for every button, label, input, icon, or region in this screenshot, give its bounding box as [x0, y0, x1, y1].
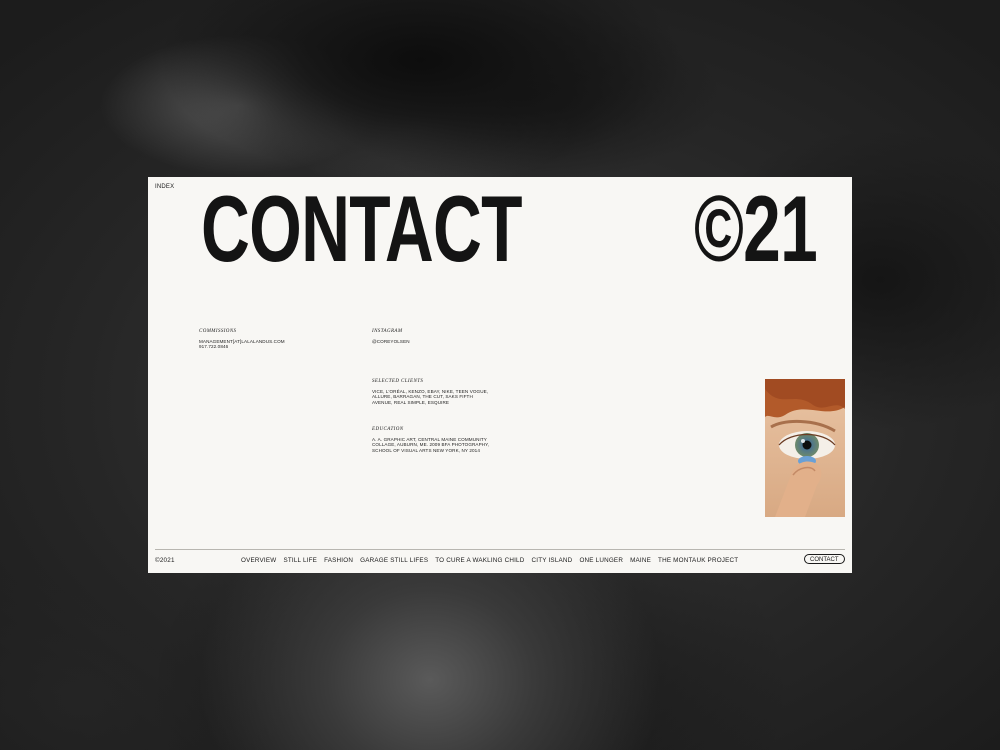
- clients-block: SELECTED CLIENTS VICE, L'ORÉAL, KENZO, E…: [372, 379, 494, 405]
- index-link[interactable]: INDEX: [155, 184, 174, 190]
- clients-label: SELECTED CLIENTS: [372, 379, 424, 384]
- education-label: EDUCATION: [372, 427, 404, 432]
- nav-item-fashion[interactable]: FASHION: [324, 557, 353, 564]
- nav-item-city-island[interactable]: CITY ISLAND: [532, 557, 573, 564]
- education-text: A. A. GRAPHIC ART, CENTRAL MAINE COMMUNI…: [372, 436, 490, 453]
- nav-item-maine[interactable]: MAINE: [630, 557, 651, 564]
- page-title: CONTACT: [201, 177, 522, 281]
- footer-divider: [155, 549, 845, 550]
- nav-item-the-montauk-project[interactable]: THE MONTAUK PROJECT: [658, 557, 738, 564]
- footer: ©2021 OVERVIEW STILL LIFE FASHION GARAGE…: [148, 554, 852, 566]
- commissions-block: COMMISSIONS MANAGEMENT[AT]LALALANDUS.COM…: [199, 329, 321, 350]
- nav-item-one-lunger[interactable]: ONE LUNGER: [579, 557, 623, 564]
- nav-item-still-life[interactable]: STILL LIFE: [283, 557, 317, 564]
- clients-list: VICE, L'ORÉAL, KENZO, EBAY, NIKE, TEEN V…: [372, 388, 489, 405]
- footer-copyright: ©2021: [155, 557, 175, 564]
- instagram-block: INSTAGRAM @COREYOLSEN: [372, 329, 494, 344]
- commissions-phone[interactable]: 917.722.0846: [199, 344, 321, 350]
- contact-button[interactable]: CONTACT: [804, 554, 845, 564]
- nav-item-to-cure-a-wakling-child[interactable]: TO CURE A WAKLING CHILD: [435, 557, 524, 564]
- instagram-label: INSTAGRAM: [372, 329, 403, 334]
- commissions-label: COMMISSIONS: [199, 329, 237, 334]
- footer-nav: OVERVIEW STILL LIFE FASHION GARAGE STILL…: [241, 557, 738, 564]
- contact-card: INDEX CONTACT ©21 COMMISSIONS MANAGEMENT…: [148, 177, 852, 573]
- instagram-handle[interactable]: @COREYOLSEN: [372, 339, 494, 345]
- eye-contact-lens-photo: [765, 379, 845, 517]
- education-block: EDUCATION A. A. GRAPHIC ART, CENTRAL MAI…: [372, 427, 494, 453]
- nav-item-garage-still-lifes[interactable]: GARAGE STILL LIFES: [360, 557, 428, 564]
- copyright-heading: ©21: [694, 177, 818, 281]
- nav-item-overview[interactable]: OVERVIEW: [241, 557, 276, 564]
